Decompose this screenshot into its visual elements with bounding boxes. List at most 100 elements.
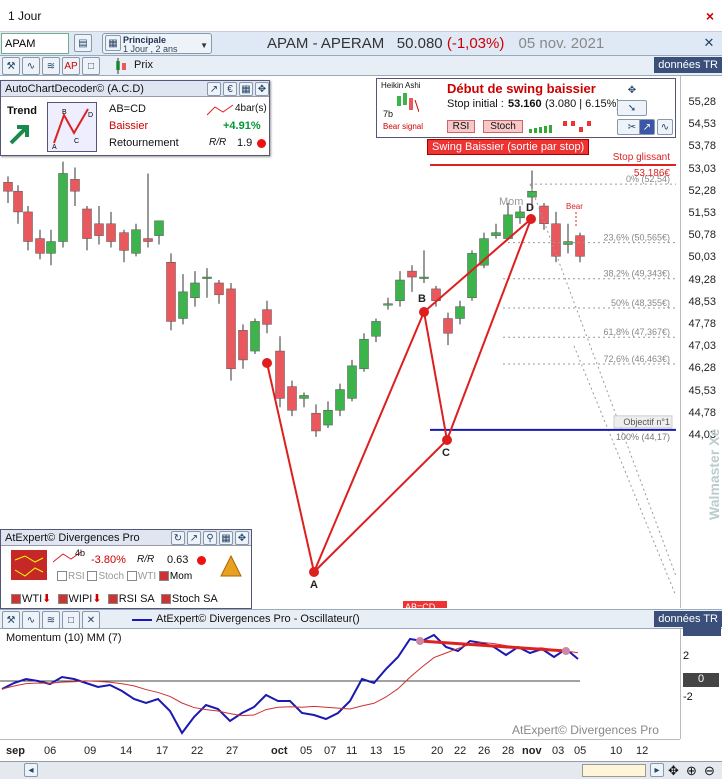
price-label[interactable]: Prix (134, 59, 153, 71)
candle-body (467, 253, 477, 299)
rsi-button[interactable]: RSI (447, 120, 475, 133)
window-icon[interactable]: □ (82, 57, 100, 75)
pattern-line (446, 218, 532, 441)
series-line-icon (132, 619, 152, 621)
indicator-icon[interactable]: ∿ (22, 57, 40, 75)
grid-icon[interactable]: ▦ (239, 82, 253, 96)
move-icon[interactable]: ✥ (235, 531, 249, 545)
pin-icon[interactable]: ⚲ (203, 531, 217, 545)
stoch-button[interactable]: Stoch (483, 120, 523, 133)
date-tick: 17 (156, 745, 169, 757)
oscillator-title: AtExpert© Divergences Pro - Oscillateur(… (156, 613, 360, 625)
indicators-icon[interactable]: ≋ (42, 57, 60, 75)
divergences-header: AtExpert© Divergences Pro ↻ ↗ ⚲ ▦ ✥ (1, 530, 251, 546)
candle-body (323, 409, 333, 426)
date-tick: 28 (502, 745, 515, 757)
price-tick: 50,03 (688, 251, 716, 264)
hk-signal: Bear signal (383, 122, 424, 131)
candle-body (539, 205, 549, 225)
candle-body (407, 270, 417, 278)
candle-body (527, 190, 537, 198)
candle-body (70, 179, 80, 192)
close-icon[interactable]: ✕ (82, 611, 100, 629)
acd-pattern: AB=CD (109, 103, 146, 115)
indicators-icon[interactable]: ≋ (42, 611, 60, 629)
opt-stoch-sa: Stoch SA (171, 593, 218, 605)
strength-bars-icon (527, 119, 597, 133)
date-tick: 20 (431, 745, 444, 757)
swing-button[interactable]: Swing Baissier (sortie par stop) (427, 139, 590, 155)
symbol-input[interactable] (1, 33, 69, 54)
date-tick: 22 (191, 745, 204, 757)
hk-stop-label: Stop initial : (447, 98, 504, 110)
acd-gain: +4.91% (223, 120, 261, 132)
scroll-left-icon[interactable]: ◂ (24, 763, 38, 777)
tools-icon[interactable]: ⚒ (2, 57, 20, 75)
move-icon[interactable]: ✥ (255, 82, 269, 96)
ap-icon[interactable]: AP (62, 57, 80, 75)
candle-body (311, 412, 321, 432)
pattern-point (309, 567, 319, 577)
pattern-thumb[interactable]: A B C D (47, 102, 97, 152)
date-tick: 09 (84, 745, 97, 757)
bear-label: Bear (566, 202, 583, 211)
symbol-bar: ▤ ▦ Principale 1 Jour , 2 ans ▼ APAM - A… (0, 32, 722, 56)
bell-icon[interactable] (215, 552, 247, 582)
oscillator-toolbar: ⚒ ∿ ≋ □ ✕ AtExpert© Divergences Pro - Os… (0, 609, 722, 629)
period-selector[interactable]: ▦ Principale 1 Jour , 2 ans ▼ (102, 33, 212, 54)
tools-icon[interactable]: ⚒ (2, 611, 20, 629)
hk-stop-value: 53.160 (508, 98, 542, 110)
crosshair-icon[interactable]: ✥ (668, 763, 679, 779)
opt-rsi-sa: RSI SA (118, 593, 155, 605)
refresh-icon[interactable]: ↻ (171, 531, 185, 545)
move-icon[interactable]: ✥ (617, 82, 647, 98)
stop-value: 53.186€ (634, 168, 671, 179)
trend-label: Trend (7, 105, 37, 117)
arrow-icon[interactable]: ➘ (617, 100, 647, 116)
grid-icon[interactable]: ▦ (219, 531, 233, 545)
price-tick: 51,53 (688, 207, 716, 219)
indicator-icon[interactable]: ∿ (22, 611, 40, 629)
arrow-icon[interactable]: ↗ (207, 82, 221, 96)
date-tick: 06 (44, 745, 57, 757)
book-icon[interactable]: ▤ (74, 34, 92, 52)
quote-date: 05 nov. 2021 (518, 35, 605, 52)
scrollbar[interactable] (582, 764, 646, 777)
wti-checkbox[interactable] (126, 571, 137, 582)
ratio-icon: R/R (209, 137, 227, 148)
rsi-checkbox[interactable] (57, 571, 67, 582)
candle-body (166, 261, 176, 322)
svg-text:D: D (88, 112, 93, 119)
candle-body (119, 232, 129, 251)
tools-icon[interactable]: ✕ (700, 34, 718, 52)
arrow-icon[interactable]: ↗ (187, 531, 201, 545)
mom-checkbox[interactable] (158, 571, 169, 582)
stoch-sa-checkbox[interactable] (160, 594, 171, 605)
window-icon[interactable]: □ (62, 611, 80, 629)
stoch-checkbox[interactable] (87, 571, 98, 582)
scroll-right-icon[interactable]: ▸ (650, 763, 664, 777)
indicator-icon[interactable]: ∿ (657, 119, 673, 135)
candle-body (479, 238, 489, 266)
wti-checkbox[interactable] (11, 594, 21, 605)
oscillator-chart[interactable]: Momentum (10) MM (7) AtExpert© Divergenc… (0, 629, 680, 739)
close-icon[interactable]: × (706, 8, 714, 24)
candle-body (178, 291, 188, 319)
last-price: 50.080 (396, 35, 443, 52)
divergences-options: RSI Stoch WTI Mom (57, 571, 192, 582)
euro-icon[interactable]: € (223, 82, 237, 96)
status-bar: ◂ ▸ ✥ ⊕ ⊖ (0, 761, 722, 779)
chart-icon[interactable]: ↗ (639, 119, 655, 135)
zoom-in-icon[interactable]: ⊕ (686, 763, 697, 779)
mom-label: Mom (499, 196, 523, 208)
candle-body (371, 321, 381, 337)
price-tick: 47,78 (688, 318, 716, 330)
zoom-out-icon[interactable]: ⊖ (704, 763, 715, 779)
acd-header: AutoChartDecoder© (A.C.D) ↗ € ▦ ✥ (1, 81, 269, 97)
candle-body (515, 211, 525, 219)
rsi-sa-checkbox[interactable] (107, 594, 118, 605)
hk-candles-icon (395, 90, 420, 114)
candle-body (455, 306, 465, 319)
svg-text:C: C (74, 138, 79, 145)
wipi-checkbox[interactable] (57, 594, 68, 605)
